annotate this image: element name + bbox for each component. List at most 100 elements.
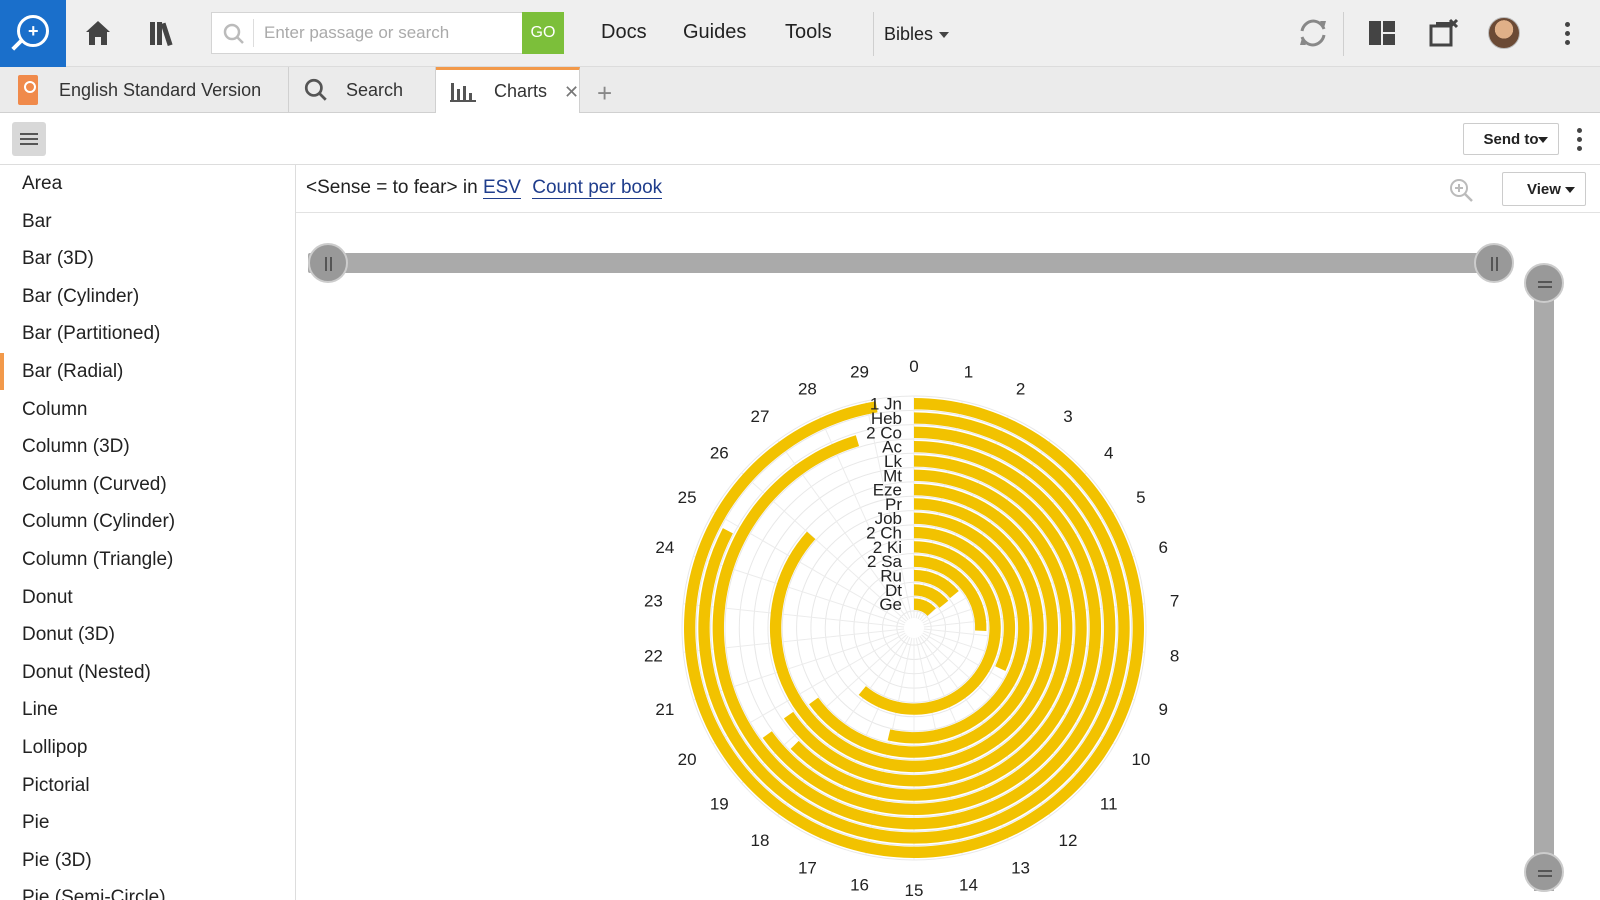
library-icon[interactable] [147,17,179,49]
angle-tick-label: 3 [1063,407,1072,426]
angle-tick-label: 28 [798,380,817,399]
add-tab-icon[interactable]: + [597,78,612,109]
bibles-menu[interactable]: Bibles [884,24,950,45]
search-divider [253,19,254,47]
tab-charts[interactable]: Charts ✕ [436,67,580,114]
chart-type-item[interactable]: Donut (3D) [0,616,295,653]
chart-type-item[interactable]: Column (Curved) [0,466,295,503]
chevron-down-icon [1538,137,1548,143]
slider-end-handle[interactable] [1474,243,1514,283]
angle-tick-label: 0 [909,357,918,376]
angle-tick-label: 5 [1136,488,1145,507]
close-panels-icon[interactable] [1428,17,1460,49]
angle-tick-label: 16 [850,875,869,894]
panel-menu-icon[interactable] [1577,128,1583,152]
angle-tick-label: 22 [644,646,663,665]
layout-icon[interactable] [1366,17,1398,49]
nav-docs[interactable]: Docs [601,21,647,44]
angle-tick-label: 12 [1059,831,1078,850]
bibles-label: Bibles [884,24,934,44]
tab-label: Search [346,80,404,100]
chart-type-item[interactable]: Donut [0,579,295,616]
zoom-in-icon[interactable] [1448,177,1474,208]
slider-start-handle[interactable] [308,243,348,283]
plus-icon: + [28,21,39,41]
chart-type-item[interactable]: Bar (3D) [0,240,295,277]
angle-tick-label: 24 [655,538,674,557]
app-logo-icon[interactable]: + [0,0,66,67]
measure-link[interactable]: Count per book [532,177,663,199]
chart-header: <Sense = to fear> in ESV Count per book … [296,165,1600,213]
chart-type-item[interactable]: Bar (Partitioned) [0,315,295,352]
close-icon[interactable]: ✕ [564,82,579,103]
angle-tick-label: 23 [644,592,663,611]
chart-type-item[interactable]: Line [0,691,295,728]
angle-tick-label: 6 [1158,538,1167,557]
panel-toolbar: Send to [0,113,1600,165]
angle-tick-label: 27 [751,407,770,426]
chevron-down-icon [939,32,950,39]
sidebar-toggle-button[interactable] [12,122,46,156]
tab-bar: English Standard Version Search Charts ✕ [0,67,1600,114]
angle-tick-label: 4 [1104,444,1113,463]
chart-type-item[interactable]: Donut (Nested) [0,654,295,691]
category-label: Ge [879,595,902,614]
tab-label: English Standard Version [59,80,262,100]
chart-type-list: Area Bar Bar (3D) Bar (Cylinder) Bar (Partit… [0,165,296,900]
chevron-down-icon [1565,187,1575,193]
chart-type-item[interactable]: Area [0,165,295,202]
angle-tick-label: 15 [905,881,924,900]
horizontal-range-slider[interactable] [308,253,1502,273]
send-to-button[interactable]: Send to [1463,123,1559,155]
view-button[interactable]: View [1502,172,1586,206]
nav-guides[interactable]: Guides [683,21,746,44]
chart-type-item[interactable]: Bar (Radial) [0,353,295,390]
chart-type-item[interactable]: Column (Cylinder) [0,503,295,540]
more-menu-icon[interactable] [1565,22,1571,46]
angle-tick-label: 2 [1016,380,1025,399]
bar-chart-icon [450,80,476,107]
esv-book-icon [18,75,38,105]
tab-english-standard-version[interactable]: English Standard Version [0,67,289,113]
angle-tick-label: 18 [751,831,770,850]
chart-type-item[interactable]: Pictorial [0,767,295,804]
chart-type-item[interactable]: Bar (Cylinder) [0,278,295,315]
chart-type-item[interactable]: Pie (3D) [0,842,295,879]
sync-icon[interactable] [1297,17,1329,49]
search-icon [222,22,246,51]
chart-type-item[interactable]: Pie (Semi-Circle) [0,879,295,900]
home-icon[interactable] [82,17,114,49]
angle-tick-label: 29 [850,363,869,382]
chart-type-item[interactable]: Column [0,391,295,428]
go-button[interactable]: GO [522,12,564,54]
angle-tick-label: 14 [959,875,978,894]
avatar[interactable] [1488,17,1520,49]
chart-panel: <Sense = to fear> in ESV Count per book … [296,165,1600,900]
query-text: <Sense = to fear> in [306,177,483,198]
nav-tools[interactable]: Tools [785,21,832,44]
passage-search-box [211,12,523,54]
angle-tick-label: 25 [678,488,697,507]
chart-type-item[interactable]: Lollipop [0,729,295,766]
vertical-slider-top-handle[interactable] [1524,263,1564,303]
angle-tick-label: 9 [1158,700,1167,719]
radial-bar-chart: 0 123456789101112131415161718192021222324… [644,357,1179,900]
vertical-slider-bottom-handle[interactable] [1524,852,1564,892]
angle-tick-label: 10 [1131,750,1150,769]
tab-label: Charts [494,81,548,101]
passage-search-input[interactable] [264,19,514,47]
resource-link[interactable]: ESV [482,177,521,199]
toolbar-divider [1343,12,1344,56]
angle-tick-label: 17 [798,858,817,877]
angle-tick-label: 20 [678,750,697,769]
chart-type-item[interactable]: Column (3D) [0,428,295,465]
chart-type-item[interactable]: Column (Triangle) [0,541,295,578]
angle-tick-label: 13 [1011,858,1030,877]
angle-tick-label: 8 [1170,646,1179,665]
chart-type-item[interactable]: Bar [0,203,295,240]
chart-type-item[interactable]: Pie [0,804,295,841]
vertical-range-slider[interactable] [1534,279,1554,891]
top-toolbar: + GO Docs Guides Tools Bibles [0,0,1600,67]
angle-tick-label: 11 [1100,794,1118,813]
tab-search[interactable]: Search [289,67,436,113]
